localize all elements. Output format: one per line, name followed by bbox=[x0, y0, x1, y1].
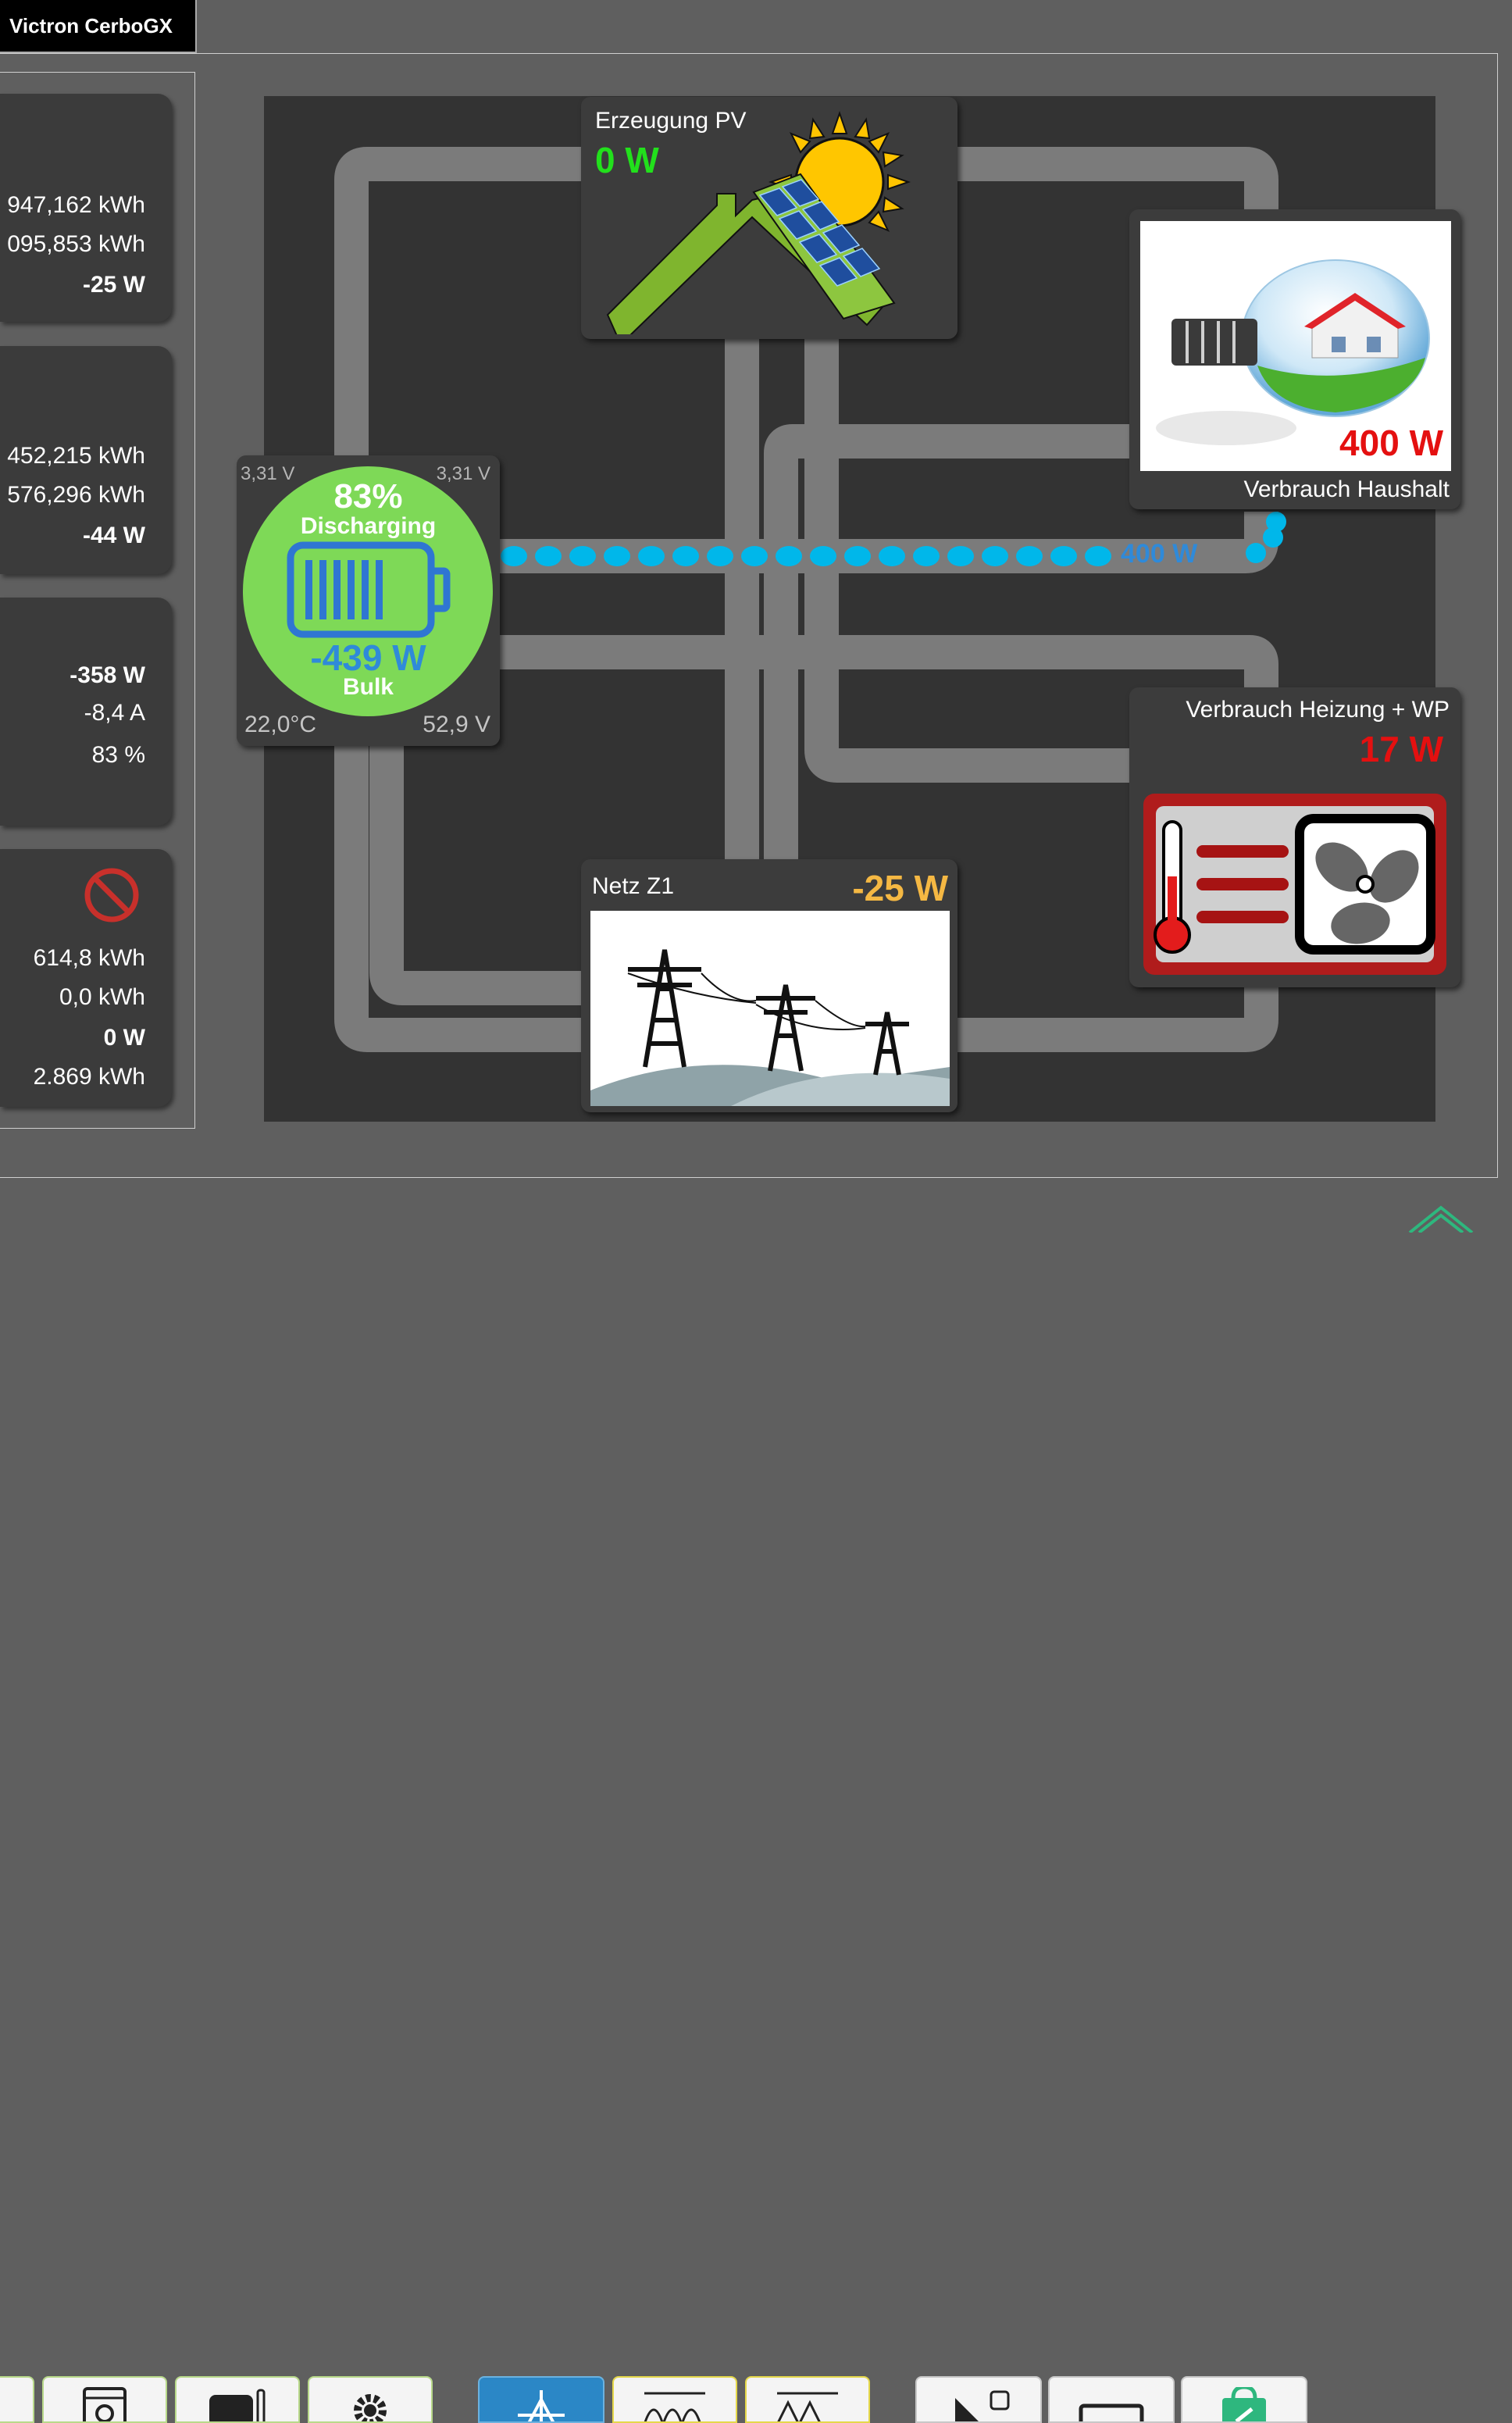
household-title: Verbrauch Haushalt bbox=[1243, 476, 1450, 502]
flow-dot bbox=[501, 546, 527, 566]
gear-icon bbox=[354, 2394, 387, 2421]
flow-dot bbox=[776, 546, 802, 566]
nav-button-flow-active[interactable] bbox=[478, 2376, 604, 2423]
battery-power: -439 W bbox=[310, 637, 426, 678]
solar-roof-icon bbox=[606, 110, 911, 334]
flow-power-label: 400 W bbox=[1121, 539, 1198, 569]
flow-dot bbox=[1016, 546, 1043, 566]
flow-dot bbox=[879, 546, 905, 566]
shop-bag-icon bbox=[1222, 2387, 1266, 2421]
monitor-icon bbox=[1079, 2403, 1144, 2421]
heater-fan-icon bbox=[1143, 794, 1446, 975]
nav-button-generator[interactable] bbox=[175, 2376, 300, 2423]
battery-voltage: 52,9 V bbox=[423, 712, 490, 737]
household-tile[interactable]: 400 W Verbrauch Haushalt bbox=[1129, 209, 1460, 509]
nav-button-shop[interactable] bbox=[1181, 2376, 1307, 2423]
grid-tile[interactable]: Netz Z1 -25 W bbox=[581, 859, 957, 1112]
flow-dot bbox=[741, 546, 768, 566]
battery-state: Discharging bbox=[300, 513, 437, 539]
flow-dot bbox=[1085, 546, 1111, 566]
bottom-navbar bbox=[0, 1187, 1512, 2423]
generator-icon bbox=[209, 2389, 266, 2421]
flow-dot bbox=[810, 546, 836, 566]
nav-button-washing-machine[interactable] bbox=[42, 2376, 167, 2423]
flow-dot bbox=[947, 546, 974, 566]
flow-icon bbox=[518, 2390, 565, 2421]
play-icon bbox=[955, 2390, 1010, 2421]
nav-button-play[interactable] bbox=[915, 2376, 1042, 2423]
flow-dot bbox=[535, 546, 562, 566]
heating-title: Verbrauch Heizung + WP bbox=[1186, 697, 1450, 723]
nav-button-chart-1[interactable] bbox=[612, 2376, 737, 2423]
battery-soc: 83% bbox=[333, 477, 403, 516]
flow-dot bbox=[638, 546, 665, 566]
household-power: 400 W bbox=[1339, 423, 1443, 463]
washing-machine-icon bbox=[83, 2387, 127, 2421]
battery-charge-phase: Bulk bbox=[342, 674, 394, 700]
flow-dot bbox=[569, 546, 596, 566]
flow-dot bbox=[982, 546, 1008, 566]
heating-power: 17 W bbox=[1359, 729, 1443, 769]
grid-power: -25 W bbox=[852, 868, 948, 908]
battery-icon bbox=[287, 541, 451, 638]
flow-dot bbox=[1266, 512, 1286, 532]
nav-button-partial[interactable] bbox=[0, 2376, 34, 2423]
flow-dot bbox=[844, 546, 871, 566]
flow-dot bbox=[913, 546, 940, 566]
flow-dot bbox=[672, 546, 699, 566]
nav-button-settings[interactable] bbox=[308, 2376, 433, 2423]
pv-tile[interactable]: Erzeugung PV 0 W bbox=[581, 97, 957, 339]
power-pylons-icon bbox=[590, 911, 950, 1106]
flow-dot bbox=[1050, 546, 1077, 566]
battery-temperature: 22,0°C bbox=[244, 712, 317, 737]
flow-dot bbox=[1246, 543, 1266, 563]
heating-tile[interactable]: Verbrauch Heizung + WP 17 W bbox=[1129, 687, 1460, 987]
chart-icon bbox=[777, 2392, 838, 2421]
battery-tile[interactable]: 3,31 V 3,31 V 83% Discharging -439 W Bul… bbox=[237, 455, 500, 746]
flow-dot bbox=[604, 546, 630, 566]
nav-button-chart-2[interactable] bbox=[745, 2376, 870, 2423]
nav-button-monitor[interactable] bbox=[1048, 2376, 1175, 2423]
chart-icon bbox=[644, 2392, 705, 2421]
flow-dot bbox=[707, 546, 733, 566]
grid-title: Netz Z1 bbox=[592, 873, 675, 899]
victron-logo-icon bbox=[1408, 1205, 1474, 1233]
